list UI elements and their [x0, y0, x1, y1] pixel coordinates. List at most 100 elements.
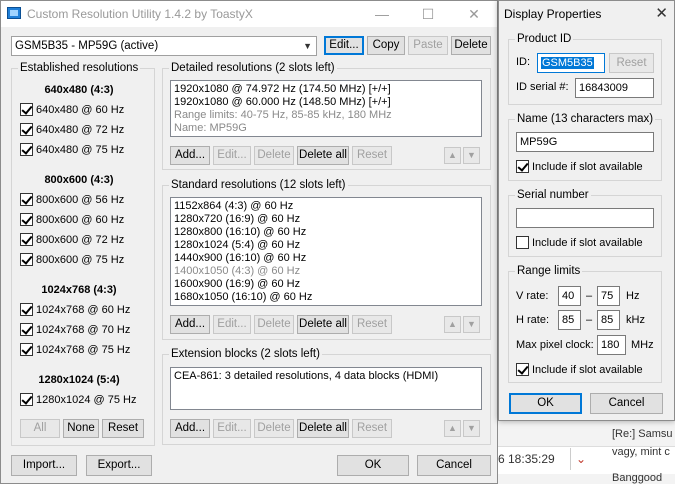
checkbox-1280x1024-75[interactable]: 1280x1024 @ 75 Hz: [20, 393, 136, 406]
extension-reset-button[interactable]: Reset: [352, 419, 392, 438]
pixel-clock-input[interactable]: 180: [597, 335, 626, 355]
detailed-add-button[interactable]: Add...: [170, 146, 210, 165]
id-input[interactable]: GSM5B35: [537, 53, 605, 73]
detailed-edit-button[interactable]: Edit...: [213, 146, 251, 165]
id-serial-label: ID serial #:: [516, 81, 569, 93]
serial-number-input[interactable]: [516, 208, 654, 228]
dialog-cancel-button[interactable]: Cancel: [590, 393, 663, 414]
close-icon[interactable]: ✕: [655, 4, 668, 22]
group-heading: 800x600 (4:3): [44, 174, 114, 186]
move-up-icon[interactable]: ▲: [444, 420, 461, 437]
standard-edit-button[interactable]: Edit...: [213, 315, 251, 334]
name-input[interactable]: MP59G: [516, 132, 654, 152]
v-rate-unit: Hz: [626, 290, 640, 302]
list-item[interactable]: CEA-861: 3 detailed resolutions, 4 data …: [174, 370, 478, 383]
move-down-icon[interactable]: ▼: [463, 420, 480, 437]
checkbox-label: 1024x768 @ 75 Hz: [36, 343, 131, 356]
edit-monitor-button[interactable]: Edit...: [324, 36, 364, 55]
v-rate-min-input[interactable]: 40: [558, 286, 581, 306]
range-dash: –: [586, 314, 593, 326]
move-down-icon[interactable]: ▼: [463, 147, 480, 164]
close-icon[interactable]: ✕: [451, 1, 497, 27]
checkbox-800x600-60[interactable]: 800x600 @ 60 Hz: [20, 213, 124, 226]
checkbox-800x600-72[interactable]: 800x600 @ 72 Hz: [20, 233, 124, 246]
display-properties-dialog: Display Properties ✕ Product ID ID: GSM5…: [498, 0, 675, 421]
extension-add-button[interactable]: Add...: [170, 419, 210, 438]
minimize-icon[interactable]: —: [359, 1, 405, 27]
pixel-clock-label: Max pixel clock:: [516, 339, 594, 351]
detailed-reset-button[interactable]: Reset: [352, 146, 392, 165]
checkbox-checked: [20, 343, 33, 356]
checkbox-800x600-75[interactable]: 800x600 @ 75 Hz: [20, 253, 124, 266]
checkbox-1024x768-70[interactable]: 1024x768 @ 70 Hz: [20, 323, 130, 336]
background-text-line: vagy, mint c: [612, 446, 670, 458]
delete-button[interactable]: Delete: [451, 36, 491, 55]
name-label: Name (13 characters max): [515, 113, 656, 125]
paste-button[interactable]: Paste: [408, 36, 448, 55]
standard-delete-button[interactable]: Delete: [254, 315, 294, 334]
list-item[interactable]: 1920x1080 @ 60.000 Hz (148.50 MHz) [+/+]: [174, 96, 478, 109]
checkbox-label: 1024x768 @ 70 Hz: [36, 323, 131, 336]
list-item[interactable]: 1280x720 (16:9) @ 60 Hz: [174, 213, 478, 226]
standard-resolutions-list[interactable]: 1152x864 (4:3) @ 60 Hz 1280x720 (16:9) @…: [170, 197, 482, 306]
v-rate-max-input[interactable]: 75: [597, 286, 620, 306]
move-down-icon[interactable]: ▼: [463, 316, 480, 333]
list-item[interactable]: 1600x900 (16:9) @ 60 Hz: [174, 278, 478, 291]
chevron-down-icon[interactable]: ⌄: [576, 452, 586, 466]
serial-number-label: Serial number: [515, 189, 591, 201]
list-item[interactable]: 1280x800 (16:10) @ 60 Hz: [174, 226, 478, 239]
list-item[interactable]: 1680x1050 (16:10) @ 60 Hz: [174, 291, 478, 304]
standard-delete-all-button[interactable]: Delete all: [297, 315, 349, 334]
h-rate-min-input[interactable]: 85: [558, 310, 581, 330]
import-button[interactable]: Import...: [11, 455, 77, 476]
group-heading: 1024x768 (4:3): [41, 284, 117, 296]
copy-button[interactable]: Copy: [367, 36, 405, 55]
extension-edit-button[interactable]: Edit...: [213, 419, 251, 438]
name-include-checkbox[interactable]: Include if slot available: [516, 160, 643, 173]
product-id-reset-button[interactable]: Reset: [609, 53, 654, 73]
move-up-icon[interactable]: ▲: [444, 147, 461, 164]
checkbox-checked: [20, 393, 33, 406]
checkbox-1024x768-75[interactable]: 1024x768 @ 75 Hz: [20, 343, 130, 356]
checkbox-800x600-56[interactable]: 800x600 @ 56 Hz: [20, 193, 124, 206]
checkbox-640x480-75[interactable]: 640x480 @ 75 Hz: [20, 143, 124, 156]
h-rate-max-input[interactable]: 85: [597, 310, 620, 330]
list-info: Name: MP59G: [174, 122, 247, 134]
dialog-ok-button[interactable]: OK: [509, 393, 582, 414]
checkbox-label: 1280x1024 @ 75 Hz: [36, 393, 137, 406]
h-rate-label: H rate:: [516, 314, 550, 326]
established-reset-button[interactable]: Reset: [102, 419, 144, 438]
list-item[interactable]: 1920x1080 @ 74.972 Hz (174.50 MHz) [+/+]: [174, 83, 478, 96]
checkbox-checked: [20, 103, 33, 116]
extension-delete-button[interactable]: Delete: [254, 419, 294, 438]
range-include-checkbox[interactable]: Include if slot available: [516, 363, 643, 376]
move-up-icon[interactable]: ▲: [444, 316, 461, 333]
detailed-delete-button[interactable]: Delete: [254, 146, 294, 165]
maximize-icon[interactable]: ☐: [405, 1, 451, 27]
checkbox-640x480-60[interactable]: 640x480 @ 60 Hz: [20, 103, 124, 116]
ok-button[interactable]: OK: [337, 455, 409, 476]
serial-include-checkbox[interactable]: Include if slot available: [516, 236, 643, 249]
export-button[interactable]: Export...: [86, 455, 152, 476]
id-serial-input[interactable]: 16843009: [575, 78, 654, 98]
cancel-button[interactable]: Cancel: [417, 455, 491, 476]
checkbox-label: 1024x768 @ 60 Hz: [36, 303, 131, 316]
pixel-clock-unit: MHz: [631, 339, 654, 351]
extension-blocks-list[interactable]: CEA-861: 3 detailed resolutions, 4 data …: [170, 367, 482, 410]
list-item[interactable]: 1152x864 (4:3) @ 60 Hz: [174, 200, 478, 213]
checkbox-label: 640x480 @ 60 Hz: [36, 103, 125, 116]
extension-delete-all-button[interactable]: Delete all: [297, 419, 349, 438]
detailed-delete-all-button[interactable]: Delete all: [297, 146, 349, 165]
list-item[interactable]: 1280x1024 (5:4) @ 60 Hz: [174, 239, 478, 252]
standard-reset-button[interactable]: Reset: [352, 315, 392, 334]
detailed-resolutions-list[interactable]: 1920x1080 @ 74.972 Hz (174.50 MHz) [+/+]…: [170, 80, 482, 137]
list-item[interactable]: 1440x900 (16:10) @ 60 Hz: [174, 252, 478, 265]
select-none-button[interactable]: None: [63, 419, 99, 438]
standard-add-button[interactable]: Add...: [170, 315, 210, 334]
monitor-select[interactable]: GSM5B35 - MP59G (active) ▼: [11, 36, 317, 56]
checkbox-640x480-72[interactable]: 640x480 @ 72 Hz: [20, 123, 124, 136]
select-all-button[interactable]: All: [20, 419, 60, 438]
checkbox-label: 800x600 @ 72 Hz: [36, 233, 125, 246]
checkbox-1024x768-60[interactable]: 1024x768 @ 60 Hz: [20, 303, 130, 316]
list-item[interactable]: 1400x1050 (4:3) @ 60 Hz: [174, 265, 478, 278]
